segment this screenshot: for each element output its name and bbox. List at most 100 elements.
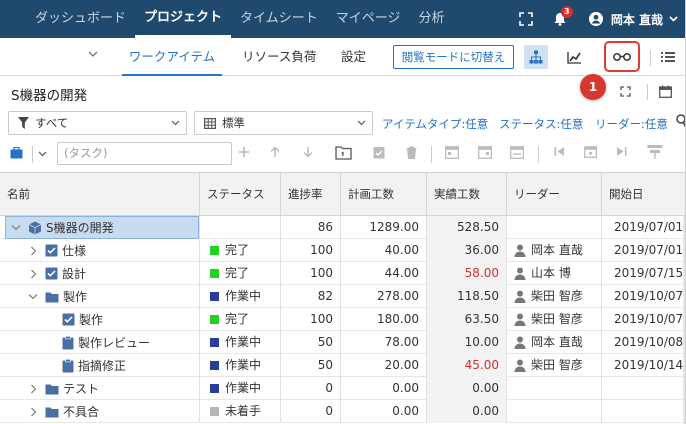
table-row[interactable]: S機器の開発 86 1289.00 528.50 2019/07/01 [0,216,686,239]
item-type-filter-link[interactable]: アイテムタイプ:任意 [382,116,488,132]
cell-name[interactable]: 不具合 [0,400,200,423]
calendar-range-icon[interactable] [510,145,524,159]
cell-planned-hours: 78.00 [341,331,427,354]
divider [647,84,648,100]
table-row[interactable]: 製作 作業中 82 278.00 118.50 柴田 智彦 2019/10/07 [0,285,686,308]
cell-name[interactable]: 製作レビュー [0,331,200,354]
task-input[interactable]: (タスク) [57,142,232,165]
column-header-progress[interactable]: 進捗率 [281,173,341,216]
expand-chevron-icon[interactable] [27,407,39,417]
column-header-start-date[interactable]: 開始日 [602,173,686,216]
column-header-name[interactable]: 名前 [0,173,200,216]
status-text: 作業中 [225,381,262,395]
cell-status: 完了 [200,308,281,331]
skip-back-icon[interactable] [554,146,565,157]
cell-start-date: 2019/10/07 [614,312,684,326]
briefcase-icon[interactable] [10,147,23,159]
cell-name[interactable]: S機器の開発 [0,216,200,239]
chart-view-button[interactable] [562,45,586,69]
leader-name: 柴田 智彦 [531,358,583,372]
chevron-down-icon[interactable] [88,51,98,58]
view-select[interactable]: 標準 [194,111,373,135]
collapse-chevron-icon[interactable] [10,224,22,231]
cell-status: 作業中 [200,285,281,308]
cell-leader [507,400,602,423]
table-row[interactable]: 設計 完了 100 44.00 58.00 山本 博 2019/07/15 [0,262,686,285]
cell-planned-hours: 278.00 [341,285,427,308]
chevron-down-icon[interactable] [38,151,47,157]
cell-name[interactable]: 製作 [0,308,200,331]
trash-icon[interactable] [406,146,417,159]
leader-name: 柴田 智彦 [531,289,583,303]
skip-forward-icon[interactable] [616,146,627,157]
cell-start-date: 2019/10/07 [614,289,684,303]
cell-progress: 82 [281,285,341,308]
calendar-icon[interactable] [659,85,672,98]
expand-chevron-icon[interactable] [27,269,39,279]
nav-analysis[interactable]: 分析 [410,0,454,38]
bell-icon[interactable]: 3 [553,6,573,26]
table-row[interactable]: テスト 作業中 0 0.00 0.00 [0,377,686,400]
collapse-chevron-icon[interactable] [27,293,39,300]
calendar-end-icon[interactable] [478,145,492,159]
fullscreen-icon[interactable] [519,12,533,26]
cell-progress: 100 [281,308,341,331]
cell-name[interactable]: 設計 [0,262,200,285]
column-header-leader[interactable]: リーダー [507,173,602,216]
add-icon[interactable] [238,146,250,158]
column-header-planned-hours[interactable]: 計画工数 [341,173,427,216]
hierarchy-view-button[interactable] [524,45,548,69]
status-filter-link[interactable]: ステータス:任意 [499,116,583,132]
cell-progress: 50 [281,354,341,377]
scope-select[interactable]: すべて [8,111,187,135]
user-menu[interactable]: 岡本 直哉 [588,11,678,28]
nav-timesheet[interactable]: タイムシート [231,0,327,38]
leader-filter-link[interactable]: リーダー:任意 [595,116,668,132]
column-header-status[interactable]: ステータス [200,173,281,216]
cell-progress: 50 [281,331,341,354]
table-row[interactable]: 仕様 完了 100 40.00 36.00 岡本 直哉 2019/07/01 [0,239,686,262]
person-icon [514,334,526,354]
cell-name[interactable]: テスト [0,377,200,400]
expand-chevron-icon[interactable] [27,384,39,394]
arrow-up-icon[interactable] [269,146,281,158]
cell-planned-hours: 180.00 [341,308,427,331]
tab-resource-load[interactable]: リソース負荷 [242,38,316,76]
expand-chevron-icon[interactable] [27,246,39,256]
glasses-view-button[interactable] [604,41,640,72]
list-view-button[interactable] [656,45,680,69]
item-name: 設計 [62,266,87,281]
checked-task-icon [45,267,58,280]
cell-name[interactable]: 指摘修正 [0,354,200,377]
cell-name[interactable]: 製作 [0,285,200,308]
move-to-date-icon[interactable] [647,144,663,159]
nav-project[interactable]: プロジェクト [135,0,232,38]
tab-settings[interactable]: 設定 [341,38,366,76]
table-row[interactable]: 指摘修正 作業中 50 20.00 45.00 柴田 智彦 2019/10/14 [0,354,686,377]
cell-leader [507,377,602,400]
arrow-down-icon[interactable] [302,146,314,158]
cell-actual-hours: 10.00 [427,331,507,354]
nav-dashboard[interactable]: ダッシュボード [26,0,135,38]
approve-icon[interactable] [373,146,385,159]
status-color-swatch [210,269,219,278]
callout-marker: 1 [580,74,606,100]
table-row[interactable]: 不具合 未着手 0 0.00 0.00 [0,400,686,423]
column-header-actual-hours[interactable]: 実績工数 [427,173,507,216]
nav-mypage[interactable]: マイページ [327,0,410,38]
today-icon[interactable] [584,145,597,158]
card-icon[interactable] [335,144,352,160]
cell-planned-hours: 1289.00 [341,216,427,239]
glasses-icon [613,53,631,61]
calendar-start-icon[interactable] [445,145,459,159]
leader-name: 山本 博 [531,266,571,280]
cell-actual-hours: 118.50 [427,285,507,308]
cell-progress: 0 [281,400,341,423]
browse-mode-button[interactable]: 閲覧モードに切替え [393,45,514,69]
item-name: 製作レビュー [78,335,151,350]
table-row[interactable]: 製作レビュー 作業中 50 78.00 10.00 岡本 直哉 2019/10/08 [0,331,686,354]
table-row[interactable]: 製作 完了 100 180.00 63.50 柴田 智彦 2019/10/07 [0,308,686,331]
tab-workitem[interactable]: ワークアイテム [122,38,222,76]
cell-name[interactable]: 仕様 [0,239,200,262]
expand-icon[interactable] [620,86,631,97]
